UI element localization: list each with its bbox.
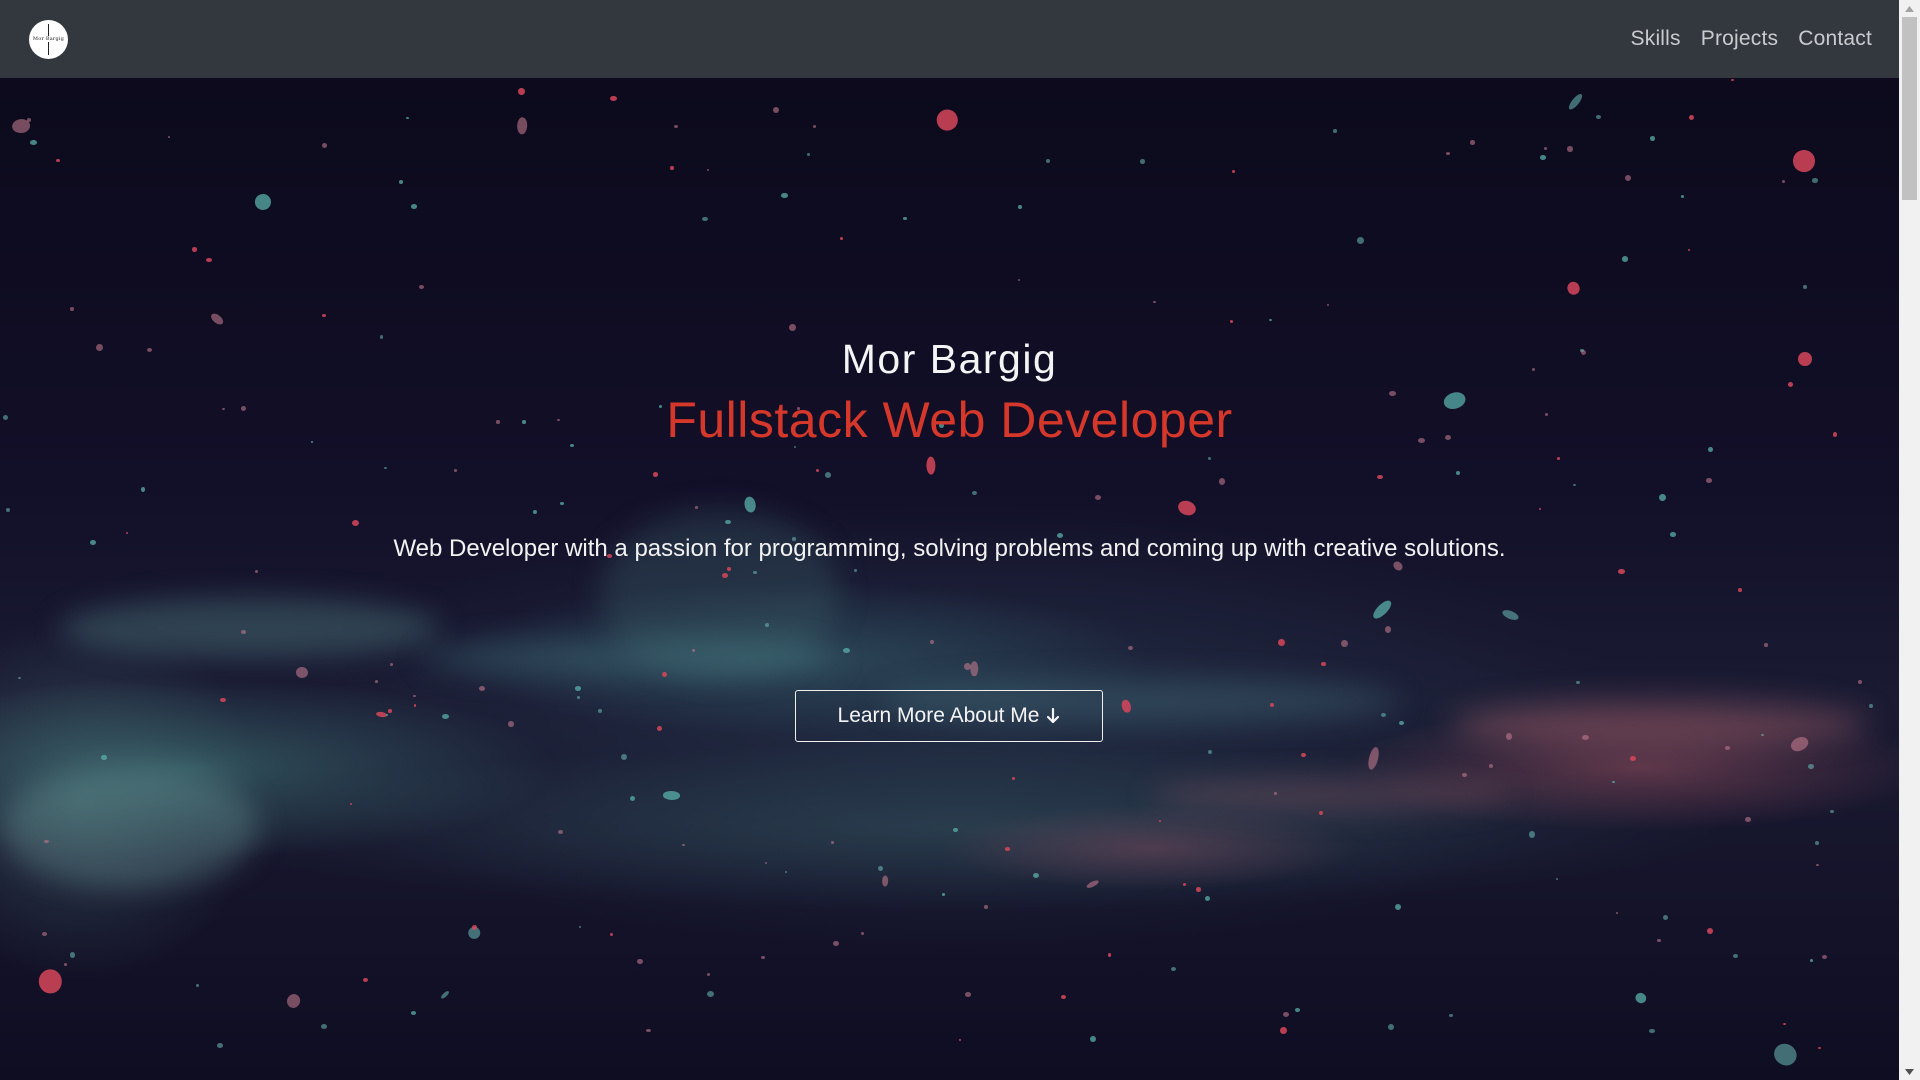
hero-tagline: Web Developer with a passion for program… — [393, 535, 1506, 562]
nav-links: Skills Projects Contact — [1631, 27, 1872, 51]
navbar: Mor Bargig Skills Projects Contact — [0, 0, 1899, 78]
nav-link-skills[interactable]: Skills — [1631, 27, 1681, 51]
scroll-up-button[interactable] — [1899, 0, 1920, 17]
arrow-down-icon — [1047, 707, 1060, 724]
triangle-down-icon — [1905, 1068, 1914, 1075]
hero-section: Mor Bargig Fullstack Web Developer Web D… — [0, 78, 1899, 1080]
logo-text: Mor Bargig — [31, 36, 66, 42]
hero-role: Fullstack Web Developer — [666, 392, 1233, 448]
page: Mor Bargig Skills Projects Contact Mor B… — [0, 0, 1920, 1080]
hero-content: Mor Bargig Fullstack Web Developer Web D… — [0, 78, 1899, 1080]
logo[interactable]: Mor Bargig — [29, 19, 68, 59]
hero-name: Mor Bargig — [841, 336, 1058, 382]
nav-link-projects[interactable]: Projects — [1701, 27, 1778, 51]
nav-link-contact[interactable]: Contact — [1798, 27, 1872, 51]
scroll-down-button[interactable] — [1899, 1063, 1920, 1080]
learn-more-button[interactable]: Learn More About Me — [795, 690, 1103, 742]
scroll-thumb[interactable] — [1902, 17, 1917, 200]
triangle-up-icon — [1905, 5, 1914, 12]
scrollbar[interactable] — [1899, 0, 1920, 1080]
learn-more-label: Learn More About Me — [837, 704, 1040, 727]
